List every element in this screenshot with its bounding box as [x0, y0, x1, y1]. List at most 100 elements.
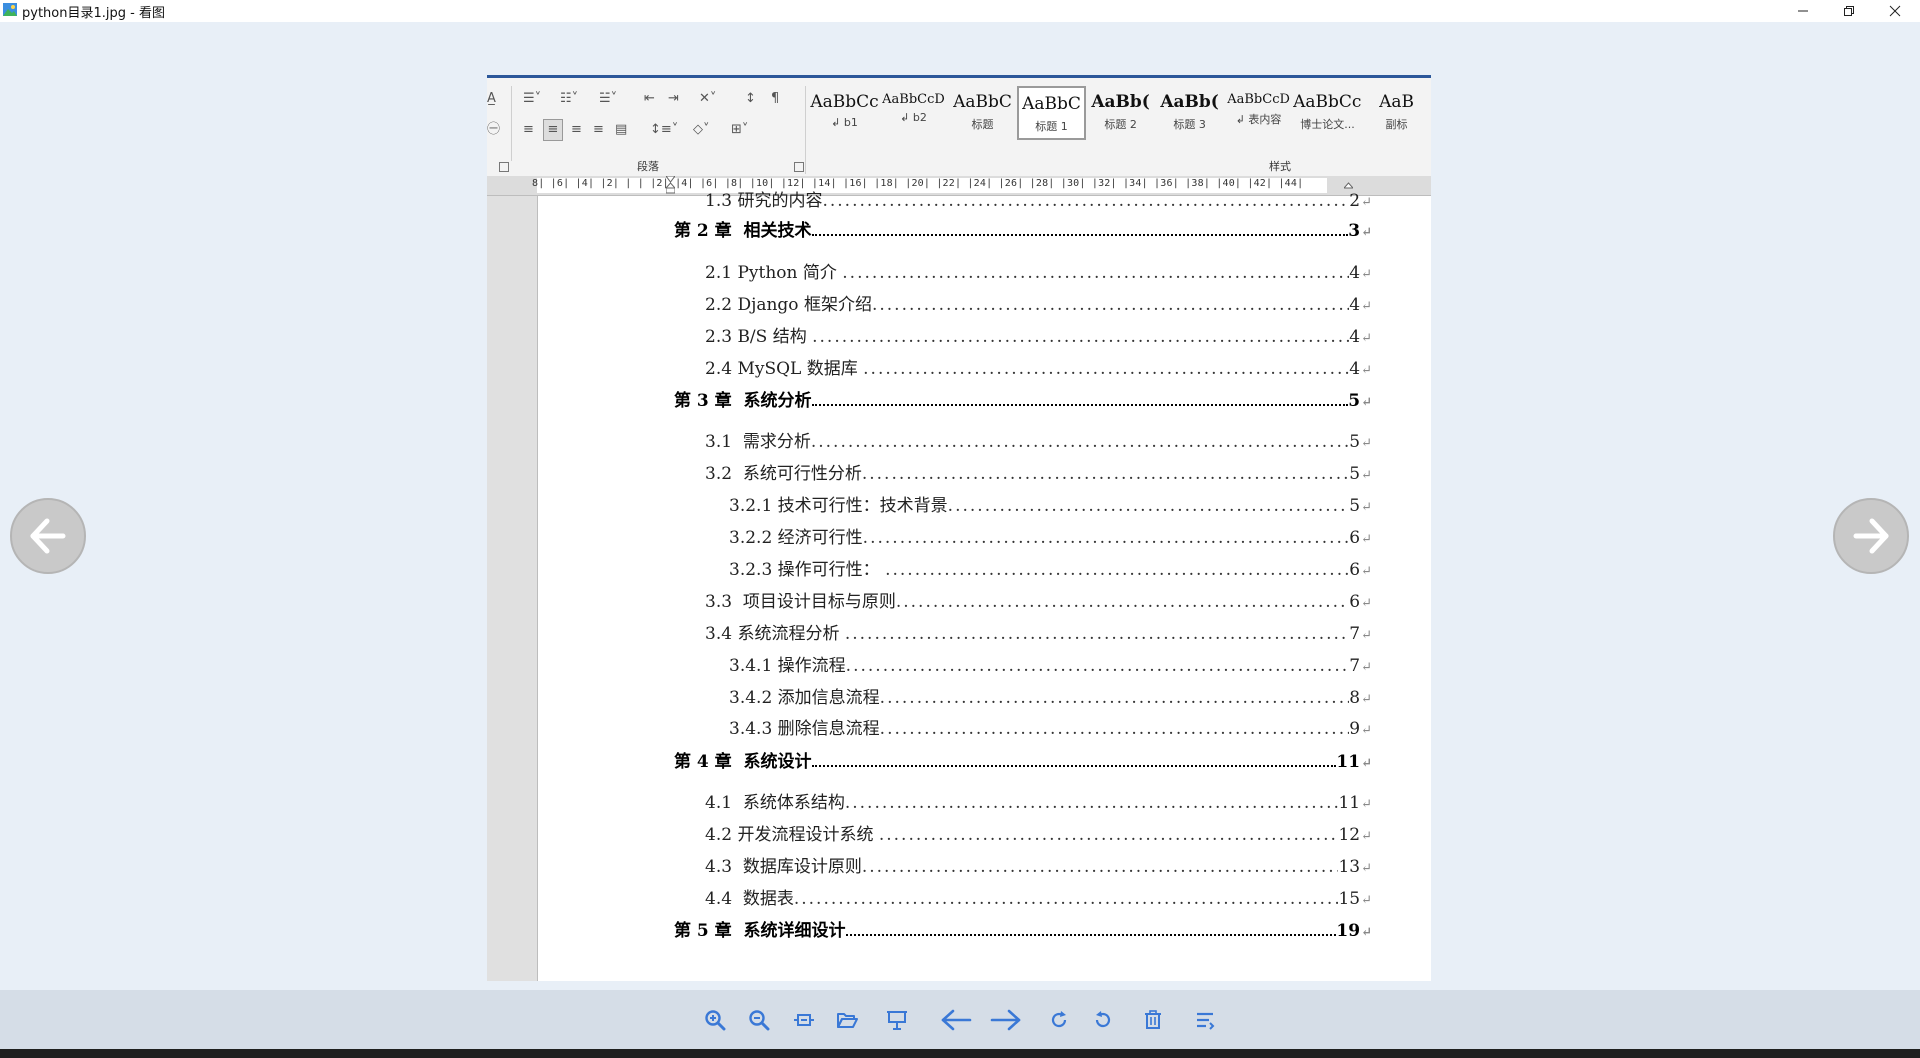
- open-folder-button[interactable]: [833, 1007, 861, 1033]
- style-name: 标题 3: [1173, 118, 1206, 131]
- style-sample: AaB: [1379, 92, 1414, 112]
- toc-page-number: 4: [1349, 327, 1361, 346]
- text-effects-icon: A̲: [487, 91, 496, 106]
- close-button[interactable]: [1872, 0, 1918, 22]
- prev-image-button[interactable]: [10, 498, 86, 574]
- slideshow-icon: [887, 1011, 907, 1030]
- toc-leader-dots: ........................................…: [863, 359, 1349, 378]
- minimize-icon: [1798, 10, 1808, 12]
- toc-page-number: 4: [1349, 263, 1361, 282]
- line-spacing-icon: ↕≡˅: [650, 122, 679, 137]
- ribbon-separator: [511, 86, 512, 161]
- arrow-left-icon: [941, 1009, 972, 1031]
- close-icon: [1889, 5, 1901, 17]
- delete-button[interactable]: [1139, 1007, 1167, 1033]
- toc-page-number: 5: [1349, 496, 1361, 515]
- toc-leader-dots: ........................................…: [885, 560, 1349, 579]
- zoom-in-button[interactable]: [701, 1007, 729, 1033]
- toc-chapter-entry: 第 2 章 相关技术 3 ↵: [674, 216, 1372, 240]
- style-sample: AaBbCcI: [1293, 92, 1363, 112]
- bullets-icon: ☰˅: [523, 91, 542, 106]
- toc-page-number: 6: [1349, 560, 1361, 579]
- toc-leader-dots: ........................................…: [947, 496, 1350, 515]
- style-name: ↲ 表内容: [1235, 113, 1282, 126]
- bottom-toolbar: [0, 990, 1920, 1049]
- toc-page-number: 11: [1338, 793, 1361, 812]
- style-tile[interactable]: AaBbCcI 博士论文...: [1293, 86, 1362, 140]
- paragraph-mark-icon: ↵: [1361, 331, 1372, 346]
- paragraph-group-label: 段落: [637, 160, 659, 173]
- toc-entry: 3.1 需求分析................................…: [705, 427, 1372, 451]
- restore-icon: [1844, 6, 1854, 16]
- toc-entry-label: 3.4 系统流程分析: [705, 624, 845, 643]
- style-name: 标题 1: [1035, 120, 1068, 133]
- style-tile[interactable]: AaBbCcD ↲ b2: [879, 86, 948, 140]
- toc-entry-label: 3.2.3 操作可行性：: [729, 560, 886, 579]
- minimize-button[interactable]: [1780, 0, 1826, 22]
- more-menu-button[interactable]: [1191, 1007, 1219, 1033]
- toc-entry: 3.3 项目设计目标与原则...........................…: [705, 587, 1372, 611]
- style-tile[interactable]: AaBbC 标题 1: [1016, 86, 1087, 140]
- dialog-launcher-icon: [794, 162, 804, 172]
- image-stage[interactable]: A̲ ㊀ ☰˅ ☷˅ ☱˅ ⇤ ⇥ ✕˅ ↕ ¶ ≡ ≡ ≡ ≡ ▤ ↕≡˅ ◇…: [0, 22, 1920, 990]
- slideshow-button[interactable]: [883, 1007, 911, 1033]
- displayed-image: A̲ ㊀ ☰˅ ☷˅ ☱˅ ⇤ ⇥ ✕˅ ↕ ¶ ≡ ≡ ≡ ≡ ▤ ↕≡˅ ◇…: [487, 75, 1431, 981]
- paragraph-mark-icon: ↵: [1361, 363, 1372, 378]
- paragraph-mark-icon: ↵: [1361, 225, 1372, 240]
- toc-page-number: 5: [1349, 432, 1361, 451]
- style-sample: AaBbCcD: [1227, 92, 1290, 107]
- style-tile[interactable]: AaBb( 标题 3: [1155, 86, 1224, 140]
- next-button[interactable]: [987, 1007, 1025, 1033]
- toc-entry: 3.2.3 操作可行性： ...........................…: [729, 555, 1372, 579]
- taskbar: [0, 1049, 1920, 1058]
- enclose-char-icon: ㊀: [487, 122, 501, 137]
- toc-entry-label: 3.4.3 删除信息流程: [729, 719, 880, 738]
- word-ribbon: A̲ ㊀ ☰˅ ☷˅ ☱˅ ⇤ ⇥ ✕˅ ↕ ¶ ≡ ≡ ≡ ≡ ▤ ↕≡˅ ◇…: [487, 78, 1431, 177]
- toc-page-number: 7: [1349, 656, 1361, 675]
- rotate-counterclockwise-button[interactable]: [1089, 1007, 1117, 1033]
- style-tile[interactable]: AaBbCc ↲ b1: [810, 86, 879, 140]
- style-tile[interactable]: AaBbCcD ↲ 表内容: [1224, 86, 1293, 140]
- toc-leader-dots: ........................................…: [871, 295, 1349, 314]
- style-tile[interactable]: AaBb(标题 2: [1086, 86, 1155, 140]
- toc-entry-label: 3.4.1 操作流程: [729, 656, 846, 675]
- next-image-button[interactable]: [1833, 498, 1909, 574]
- toc-page-number: 4: [1349, 295, 1361, 314]
- paragraph-mark-icon: ↵: [1361, 195, 1372, 210]
- fit-window-button[interactable]: [790, 1007, 818, 1033]
- style-tile[interactable]: AaB 副标: [1362, 86, 1431, 140]
- toc-entry-label: 第 2 章 相关技术: [674, 221, 812, 240]
- style-sample: AaBbC: [1022, 94, 1081, 114]
- paragraph-mark-icon: ↵: [1361, 723, 1372, 738]
- toc-page-number: 15: [1338, 889, 1361, 908]
- shading-icon: ◇˅: [693, 122, 710, 137]
- toc-leader-dots: ........................................…: [879, 688, 1350, 707]
- align-center-icon: ≡: [543, 119, 563, 141]
- toc-entry-label: 4.3 数据库设计原则: [705, 857, 862, 876]
- toc-entry: 3.4 系统流程分析 .............................…: [705, 619, 1372, 643]
- toc-leader-dots: [811, 395, 1349, 406]
- toc-entry: 2.1 Python 简介 ..........................…: [705, 258, 1372, 282]
- rotate-clockwise-button[interactable]: [1045, 1007, 1073, 1033]
- toc-page-number: 4: [1349, 359, 1361, 378]
- toc-entry: 4.2 开发流程设计系统 ...........................…: [705, 820, 1372, 844]
- restore-button[interactable]: [1826, 0, 1872, 22]
- document-area: 1.3 研究的内容...............................…: [487, 191, 1431, 981]
- toc-leader-dots: [811, 225, 1349, 236]
- toc-chapter-entry: 第 3 章 系统分析 5 ↵: [674, 386, 1372, 410]
- style-sample: AaBb(: [1160, 92, 1219, 112]
- paragraph-mark-icon: ↵: [1361, 829, 1372, 844]
- toc-entry: 4.3 数据库设计原则.............................…: [705, 852, 1372, 876]
- menu-icon: [1197, 1012, 1215, 1030]
- zoom-out-button[interactable]: [745, 1007, 773, 1033]
- arrow-left-icon: [30, 518, 66, 554]
- toc-entry-label: 3.3 项目设计目标与原则: [705, 592, 896, 611]
- rotate-counterclockwise-icon: [1095, 1011, 1111, 1028]
- style-tile[interactable]: AaBbC 标题: [948, 86, 1017, 140]
- toc-entry-label: 3.2.1 技术可行性：技术背景: [729, 496, 948, 515]
- previous-button[interactable]: [937, 1007, 975, 1033]
- toc-leader-dots: [845, 925, 1337, 936]
- paragraph-mark-icon: ↵: [1361, 596, 1372, 611]
- paragraph-mark-icon: ↵: [1361, 925, 1372, 940]
- toc-entry: 2.4 MySQL 数据库 ..........................…: [705, 354, 1372, 378]
